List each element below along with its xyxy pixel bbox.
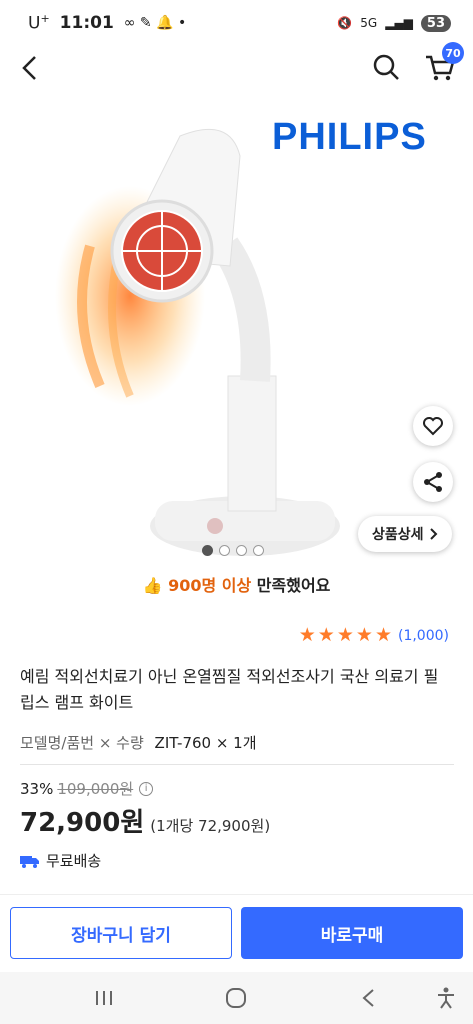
satisfaction-count: 900명 이상	[168, 576, 252, 595]
satisfaction-text: 만족했어요	[256, 576, 331, 595]
wishlist-button[interactable]	[413, 406, 453, 446]
app-header: 70	[0, 42, 473, 90]
signal-icon: ▂▄▆	[385, 16, 413, 30]
status-bar: U+ 11:01 ∞ ✎ 🔔 • 🔇 5G ▂▄▆ 53	[0, 0, 473, 46]
brand-logo: PHILIPS	[272, 116, 427, 158]
network-label: 5G	[360, 16, 378, 30]
option-row: 모델명/품번 × 수량 ZIT-760 × 1개	[20, 732, 257, 753]
system-back-button[interactable]	[350, 982, 386, 1014]
cart-count-badge: 70	[442, 42, 464, 64]
thumbs-up-icon: 👍	[142, 576, 163, 595]
search-button[interactable]	[369, 50, 403, 84]
home-icon	[226, 988, 246, 1008]
recent-apps-icon	[96, 991, 112, 1005]
back-arrow-icon	[22, 56, 36, 80]
product-photo	[55, 128, 340, 556]
home-button[interactable]	[218, 982, 254, 1014]
unit-price: (1개당 72,900원)	[150, 817, 271, 835]
product-image-carousel[interactable]: PHILIPS	[0, 96, 473, 566]
notification-icons: ∞ ✎ 🔔 •	[123, 15, 187, 31]
shipping-label: 무료배송	[46, 852, 102, 870]
star-icon: ★	[355, 624, 373, 646]
sale-price: 72,900원	[20, 808, 145, 838]
buy-now-button[interactable]: 바로구매	[241, 907, 463, 959]
purchase-bar: 장바구니 담기 바로구매	[0, 894, 473, 972]
rating[interactable]: ★ ★ ★ ★ ★ (1,000)	[299, 626, 449, 645]
option-value: ZIT-760 × 1개	[154, 734, 257, 752]
recent-apps-button[interactable]	[86, 982, 122, 1014]
share-button[interactable]	[413, 462, 453, 502]
discount-row: 33% 109,000원 i	[20, 778, 154, 799]
truck-icon	[20, 855, 39, 868]
carousel-dot[interactable]	[253, 545, 264, 556]
search-icon	[373, 54, 399, 80]
original-price: 109,000원	[57, 780, 134, 798]
star-icon: ★	[374, 624, 392, 646]
system-back-icon	[362, 989, 374, 1007]
satisfaction-banner: 👍 900명 이상 만족했어요	[0, 572, 473, 596]
discount-rate: 33%	[20, 779, 54, 798]
share-icon	[424, 472, 442, 492]
info-icon[interactable]: i	[139, 781, 154, 796]
heart-icon	[423, 417, 443, 436]
price-row: 72,900원 (1개당 72,900원)	[20, 802, 270, 839]
star-icon: ★	[336, 624, 354, 646]
chevron-right-icon	[429, 528, 437, 540]
mute-icon: 🔇	[337, 16, 353, 30]
carousel-dot[interactable]	[219, 545, 230, 556]
status-time: 11:01	[59, 13, 114, 33]
battery-indicator: 53	[420, 14, 451, 32]
star-icon: ★	[317, 624, 335, 646]
review-count[interactable]: (1,000)	[398, 628, 449, 644]
shipping-info: 무료배송	[20, 850, 101, 871]
star-icon: ★	[298, 624, 316, 646]
carousel-dot[interactable]	[202, 545, 213, 556]
product-detail-label: 상품상세	[372, 527, 424, 543]
accessibility-button[interactable]	[428, 982, 464, 1014]
carrier-label: U+	[28, 12, 50, 34]
accessibility-icon	[438, 987, 454, 1009]
system-nav-bar	[0, 972, 473, 1024]
carousel-dot[interactable]	[236, 545, 247, 556]
option-label: 모델명/품번 × 수량	[20, 734, 144, 752]
product-detail-button[interactable]: 상품상세	[358, 516, 452, 552]
add-to-cart-button[interactable]: 장바구니 담기	[10, 907, 232, 959]
back-button[interactable]	[14, 52, 46, 84]
carousel-indicator	[202, 545, 264, 556]
divider	[20, 764, 454, 765]
product-title: 예림 적외선치료기 아닌 온열찜질 적외선조사기 국산 의료기 필립스 램프 화…	[20, 667, 439, 712]
